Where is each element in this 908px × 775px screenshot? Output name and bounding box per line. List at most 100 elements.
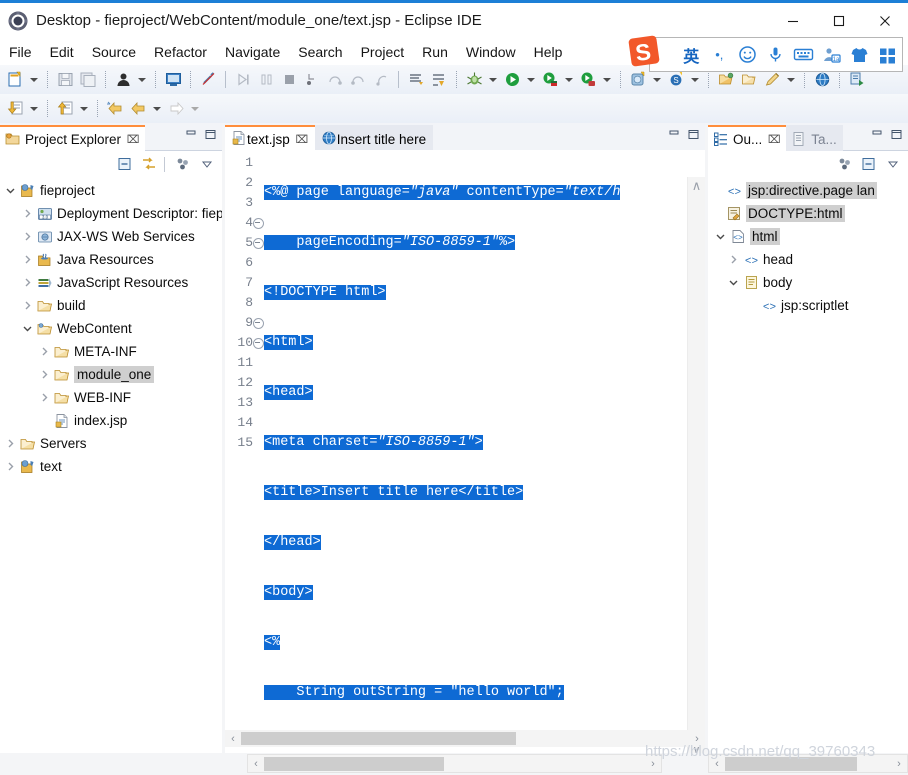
hscroll-thumb[interactable] xyxy=(264,756,444,771)
outline-item-head[interactable]: <> head xyxy=(708,248,908,271)
fold-collapse-icon[interactable] xyxy=(253,218,264,229)
emoji-icon[interactable] xyxy=(733,40,761,70)
tree-item-module-one[interactable]: module_one xyxy=(0,363,222,386)
editor-vertical-scrollbar[interactable]: ∧ ∨ xyxy=(687,177,705,757)
hscroll-right-icon[interactable]: › xyxy=(891,755,907,772)
project-explorer-maximize-icon[interactable] xyxy=(201,125,220,144)
person-dropdown-icon[interactable] xyxy=(135,69,148,91)
run-profile-dropdown-icon[interactable] xyxy=(600,69,613,91)
run-profile-icon[interactable] xyxy=(578,69,599,91)
hscroll-thumb[interactable] xyxy=(725,756,857,771)
tree-item-servers[interactable]: Servers xyxy=(0,432,222,455)
chevron-right-icon[interactable] xyxy=(36,366,53,383)
save-icon[interactable] xyxy=(55,69,76,91)
outline-minimize-icon[interactable] xyxy=(868,125,887,144)
maximize-button[interactable] xyxy=(816,3,862,38)
tree-item-text[interactable]: text xyxy=(0,455,222,478)
chevron-down-icon[interactable] xyxy=(725,274,742,291)
outline-maximize-icon[interactable] xyxy=(887,125,906,144)
chevron-right-icon[interactable] xyxy=(19,297,36,314)
outline-item-html[interactable]: <> html xyxy=(708,225,908,248)
editor-tab-close-icon[interactable]: ⌧ xyxy=(295,133,308,146)
editor-horizontal-scrollbar[interactable]: ‹ › xyxy=(225,730,705,747)
hscroll-left-icon[interactable]: ‹ xyxy=(225,730,241,747)
outline-item-jsp-directive[interactable]: <> jsp:directive.page lan xyxy=(708,179,908,202)
view-dropdown-icon[interactable] xyxy=(196,153,218,175)
hscroll-left-icon[interactable]: ‹ xyxy=(709,755,725,772)
tree-item-meta-inf[interactable]: META-INF xyxy=(0,340,222,363)
debug-bug-icon[interactable] xyxy=(464,69,485,91)
debug-dropdown-icon[interactable] xyxy=(486,69,499,91)
handwriting-icon[interactable]: 1a xyxy=(818,40,846,70)
new-wizard-icon[interactable] xyxy=(5,69,26,91)
scroll-up-icon[interactable]: ∧ xyxy=(688,177,705,194)
tree-item-build[interactable]: build xyxy=(0,294,222,317)
menu-search[interactable]: Search xyxy=(289,41,351,63)
menu-help[interactable]: Help xyxy=(525,41,572,63)
menu-navigate[interactable]: Navigate xyxy=(216,41,289,63)
back-nav-icon[interactable] xyxy=(105,98,126,120)
hscroll-thumb[interactable] xyxy=(241,732,516,745)
outline-horizontal-scrollbar[interactable]: ‹ › xyxy=(708,754,908,773)
code-text[interactable]: <%@ page language="java" contentType="te… xyxy=(264,150,705,730)
collapse-all-icon[interactable] xyxy=(114,153,136,175)
chevron-right-icon[interactable] xyxy=(2,458,19,475)
sogou-logo-icon[interactable]: S xyxy=(627,34,667,70)
export-icon[interactable] xyxy=(5,98,26,120)
new-wizard-dropdown-icon[interactable] xyxy=(27,69,40,91)
tab-text-jsp[interactable]: text.jsp ⌧ xyxy=(225,125,315,151)
new-server-icon[interactable] xyxy=(628,69,649,91)
chevron-down-icon[interactable] xyxy=(712,228,729,245)
tree-item-jax-ws[interactable]: JAX-WS Web Services xyxy=(0,225,222,248)
tab-task-list[interactable]: Ta... xyxy=(786,125,843,151)
hscroll-left-icon[interactable]: ‹ xyxy=(248,755,264,772)
chevron-right-icon[interactable] xyxy=(19,274,36,291)
console-icon[interactable] xyxy=(406,69,427,91)
outline-item-jsp-scriptlet[interactable]: <> jsp:scriptlet xyxy=(708,294,908,317)
sogou-ime-toolbar[interactable]: 英 •, 1a xyxy=(649,37,903,72)
project-explorer-minimize-icon[interactable] xyxy=(182,125,201,144)
view-menu-icon[interactable] xyxy=(882,153,904,175)
tab-insert-title-here[interactable]: Insert title here xyxy=(314,125,434,151)
chevron-right-icon[interactable] xyxy=(725,251,742,268)
menu-source[interactable]: Source xyxy=(83,41,145,63)
chevron-right-icon[interactable] xyxy=(36,389,53,406)
outline-item-doctype[interactable]: DOCTYPE:html xyxy=(708,202,908,225)
chevron-right-icon[interactable] xyxy=(2,435,19,452)
view-menu-icon[interactable] xyxy=(172,153,194,175)
minimize-button[interactable] xyxy=(770,3,816,38)
chevron-down-icon[interactable] xyxy=(19,320,36,337)
tree-item-javascript-resources[interactable]: JavaScript Resources xyxy=(0,271,222,294)
outline-close-icon[interactable]: ⌧ xyxy=(768,133,781,146)
run-server-icon[interactable] xyxy=(540,69,561,91)
tab-outline[interactable]: Ou... ⌧ xyxy=(708,125,787,151)
tree-item-deployment-descriptor[interactable]: 3.0 Deployment Descriptor: fieproject xyxy=(0,202,222,225)
export-dropdown-icon[interactable] xyxy=(27,98,40,120)
fold-collapse-icon[interactable] xyxy=(253,318,264,329)
menu-project[interactable]: Project xyxy=(352,41,414,63)
tab-project-explorer[interactable]: Project Explorer ⌧ xyxy=(0,125,146,151)
toolbox-icon[interactable] xyxy=(874,40,902,70)
chevron-down-icon[interactable] xyxy=(2,182,19,199)
left-horizontal-scrollbar[interactable]: ‹ › xyxy=(247,754,662,773)
collapse-all-icon[interactable] xyxy=(858,153,880,175)
fold-collapse-icon[interactable] xyxy=(253,338,264,349)
editor-maximize-icon[interactable] xyxy=(684,125,703,144)
link-with-editor-icon[interactable] xyxy=(138,153,160,175)
editor-body[interactable]: 1 2 3 4 5 6 7 8 9 10 11 12 13 14 15 <%@ … xyxy=(225,150,705,757)
menu-edit[interactable]: Edit xyxy=(41,41,83,63)
close-button[interactable] xyxy=(862,3,908,38)
link-break-icon[interactable] xyxy=(198,69,219,91)
run-dropdown-icon[interactable] xyxy=(524,69,537,91)
hscroll-right-icon[interactable]: › xyxy=(689,730,705,747)
back-arrow-icon[interactable] xyxy=(128,98,149,120)
keyboard-icon[interactable] xyxy=(790,40,818,70)
tree-item-webcontent[interactable]: WebContent xyxy=(0,317,222,340)
chevron-right-icon[interactable] xyxy=(19,205,36,222)
menu-window[interactable]: Window xyxy=(457,41,525,63)
punctuation-icon[interactable]: •, xyxy=(705,40,733,70)
chevron-right-icon[interactable] xyxy=(36,343,53,360)
jump-icon[interactable] xyxy=(429,69,450,91)
outline-item-body[interactable]: body xyxy=(708,271,908,294)
import-dropdown-icon[interactable] xyxy=(77,98,90,120)
